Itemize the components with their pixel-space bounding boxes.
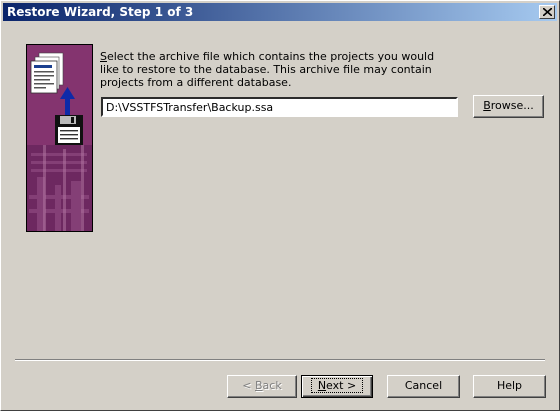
wizard-graphic	[26, 44, 93, 232]
close-button[interactable]	[539, 5, 555, 19]
next-label: ext >	[326, 379, 357, 392]
next-focus-rect: Next >	[310, 378, 364, 393]
cancel-button[interactable]: Cancel	[387, 375, 460, 398]
back-prefix: <	[242, 379, 255, 392]
footer-separator	[15, 359, 545, 361]
next-button[interactable]: Next >	[301, 375, 373, 398]
archive-path-input[interactable]	[101, 97, 458, 117]
browse-button[interactable]: Browse...	[473, 95, 544, 118]
restore-wizard-dialog: Restore Wizard, Step 1 of 3 Select the a…	[0, 0, 560, 411]
instructions-text: Select the archive file which contains t…	[100, 50, 440, 89]
archive-restore-illustration	[27, 45, 92, 231]
back-mnemonic: B	[255, 379, 263, 392]
instructions-mnemonic: S	[100, 50, 107, 63]
window-title: Restore Wizard, Step 1 of 3	[7, 5, 194, 19]
next-mnemonic: N	[317, 379, 327, 392]
help-button[interactable]: Help	[473, 375, 546, 398]
instructions-body: elect the archive file which contains th…	[100, 50, 435, 89]
back-button[interactable]: < Back	[227, 375, 297, 398]
browse-mnemonic: B	[483, 99, 491, 112]
title-bar: Restore Wizard, Step 1 of 3	[3, 3, 557, 21]
close-icon	[543, 8, 552, 16]
browse-label: rowse...	[490, 99, 534, 112]
back-label: ack	[262, 379, 282, 392]
